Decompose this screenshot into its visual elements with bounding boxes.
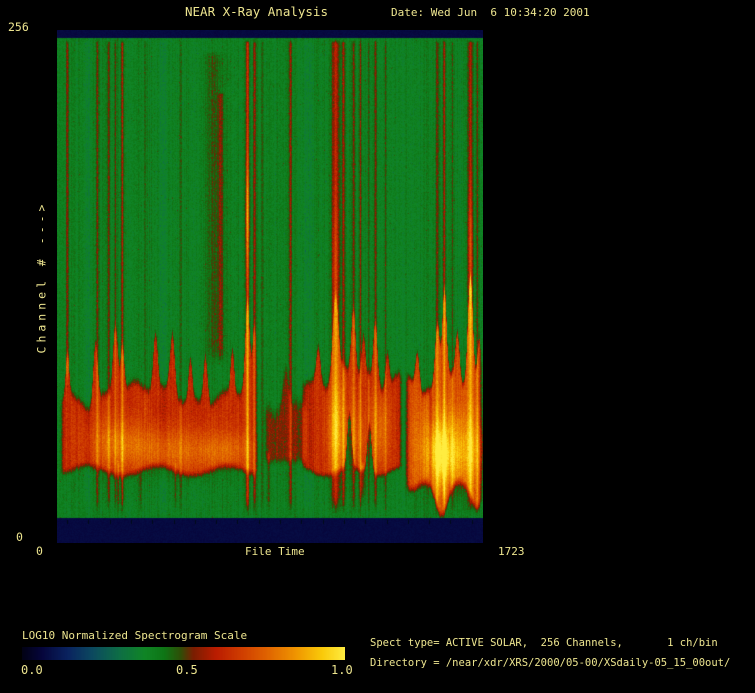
directory-info: Directory = /near/xdr/XRS/2000/05-00/XSd… [370, 657, 731, 669]
colorbar-gradient [22, 647, 345, 660]
colorbar-tick-max: 1.0 [331, 663, 353, 677]
y-axis-label: Channel # ---> [34, 200, 49, 354]
spectrogram-canvas [57, 30, 483, 543]
y-axis-min-label: 0 [16, 530, 23, 544]
page-title: NEAR X-Ray Analysis [185, 4, 328, 19]
spect-type-info: Spect type= ACTIVE SOLAR, 256 Channels, … [370, 637, 718, 649]
y-axis-max-label: 256 [8, 20, 29, 34]
colorbar-tick-mid: 0.5 [176, 663, 198, 677]
x-axis-min-label: 0 [36, 544, 43, 558]
x-axis-max-label: 1723 [498, 545, 525, 558]
x-axis-label: File Time [245, 545, 305, 558]
header-date: Date: Wed Jun 6 10:34:20 2001 [391, 6, 590, 19]
colorbar-tick-min: 0.0 [21, 663, 43, 677]
near-xray-window: NEAR X-Ray Analysis Date: Wed Jun 6 10:3… [0, 0, 755, 693]
colorbar-title: LOG10 Normalized Spectrogram Scale [22, 629, 248, 642]
